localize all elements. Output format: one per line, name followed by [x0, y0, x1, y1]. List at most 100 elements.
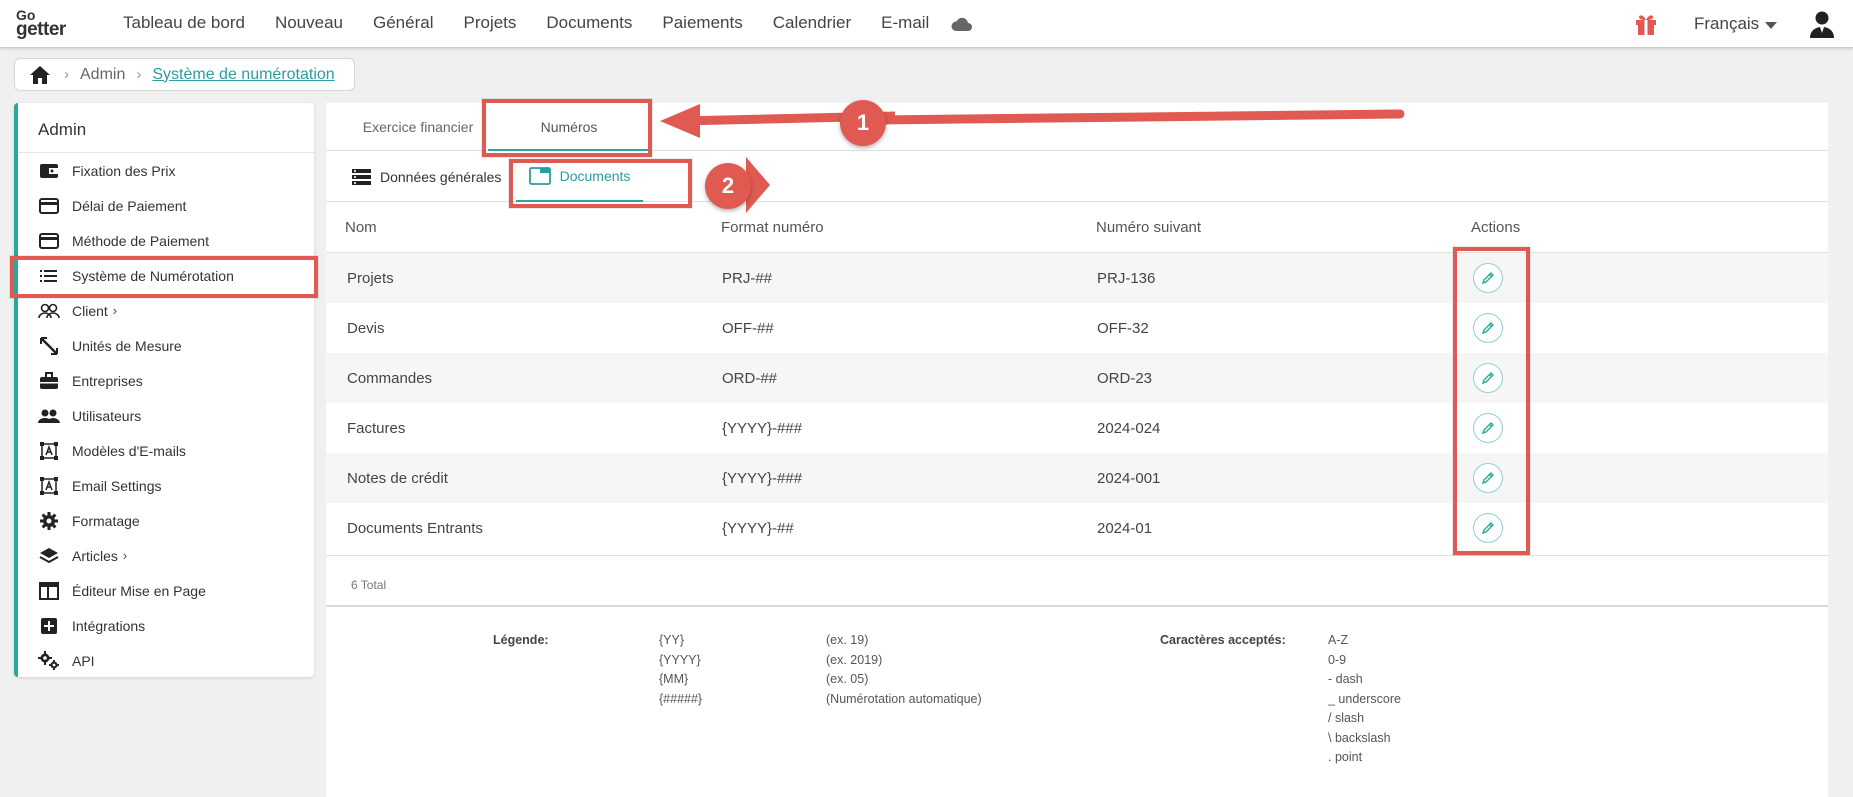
sidebar-item-label: Utilisateurs [72, 407, 142, 424]
cloud-icon[interactable] [944, 0, 980, 48]
tab-documents[interactable]: Documents [516, 152, 643, 202]
gogetter-logo[interactable]: Go getter [16, 7, 92, 40]
sidebar-item-formatting[interactable]: Formatage [18, 503, 314, 538]
nav-new[interactable]: Nouveau [260, 0, 358, 48]
server-icon [352, 168, 371, 186]
sidebar-title: Admin [18, 103, 314, 153]
pencil-icon [1481, 422, 1494, 435]
sidebar-item-label: Articles [72, 547, 118, 564]
cell-next-number: ORD-23 [1097, 370, 1153, 387]
breadcrumb-admin[interactable]: Admin [80, 66, 125, 84]
accepted-char: / slash [1328, 711, 1365, 725]
tab-general-data[interactable]: Données générales [352, 152, 501, 202]
legend-example: (ex. 05) [826, 672, 869, 686]
sidebar-item-label: Email Settings [72, 477, 162, 494]
cell-format: {YYYY}-### [722, 420, 803, 437]
home-icon[interactable] [29, 64, 53, 86]
admin-sidebar: Admin Fixation des Prix Délai de Paiemen… [14, 103, 314, 677]
sidebar-item-payment-term[interactable]: Délai de Paiement [18, 188, 314, 223]
sidebar-item-users[interactable]: Utilisateurs [18, 398, 314, 433]
table-row: Projets PRJ-## PRJ-136 [326, 253, 1828, 303]
accepted-chars-label: Caractères acceptés: [1160, 633, 1286, 647]
cell-format: {YYYY}-## [722, 520, 794, 537]
list-icon [36, 265, 62, 287]
ruler-icon [36, 335, 62, 357]
credit-card-icon [36, 230, 62, 252]
language-selector[interactable]: Français [1694, 0, 1778, 48]
sidebar-item-units[interactable]: Unités de Mesure [18, 328, 314, 363]
breadcrumb: › Admin › Système de numérotation [14, 58, 355, 91]
column-header-next-number[interactable]: Numéro suivant [1096, 202, 1201, 254]
nav-dashboard[interactable]: Tableau de bord [108, 0, 260, 48]
sidebar-item-payment-method[interactable]: Méthode de Paiement [18, 223, 314, 258]
column-header-actions: Actions [1471, 219, 1521, 236]
users-icon [36, 405, 62, 427]
nav-payments[interactable]: Paiements [647, 0, 757, 48]
main-panel: Exercice financier Numéros Données génér… [326, 103, 1828, 797]
sidebar-item-api[interactable]: API [18, 643, 314, 678]
breadcrumb-numbering-system[interactable]: Système de numérotation [152, 66, 334, 84]
chevron-right-icon: › [112, 303, 118, 318]
sidebar-item-articles[interactable]: Articles › [18, 538, 314, 573]
gift-icon[interactable] [1632, 10, 1660, 38]
caret-down-icon [1765, 21, 1778, 29]
legend-codes: {YY} {YYYY} {MM} {#####} [659, 631, 702, 709]
accepted-char: \ backslash [1328, 730, 1391, 745]
sidebar-item-layout-editor[interactable]: Éditeur Mise en Page [18, 573, 314, 608]
sidebar-item-pricing[interactable]: Fixation des Prix [18, 153, 314, 188]
plus-box-icon [36, 615, 62, 637]
gear-icon [36, 510, 62, 532]
window-icon [528, 167, 551, 185]
table-footer: 6 Total [326, 555, 1828, 607]
legend-code: {YY} [659, 633, 685, 647]
tab-general-data-label: Données générales [380, 169, 502, 185]
pencil-icon [1481, 272, 1494, 285]
edit-button[interactable] [1473, 263, 1503, 293]
chevron-right-icon: › [122, 548, 128, 563]
sidebar-item-client[interactable]: Client › [18, 293, 314, 328]
cell-name: Projets [347, 270, 394, 287]
nav-calendar[interactable]: Calendrier [758, 0, 866, 48]
sidebar-item-numbering-system[interactable]: Système de Numérotation [18, 258, 314, 293]
text-frame-icon [36, 475, 62, 497]
user-avatar-icon[interactable] [1808, 9, 1836, 39]
pencil-icon [1481, 372, 1494, 385]
tab-fiscal-year[interactable]: Exercice financier [348, 103, 488, 151]
cell-name: Documents Entrants [347, 520, 483, 537]
sidebar-item-label: Formatage [72, 512, 140, 529]
sidebar-item-email-templates[interactable]: Modèles d'E-mails [18, 433, 314, 468]
sidebar-item-label: Éditeur Mise en Page [72, 582, 206, 599]
cell-next-number: 2024-001 [1097, 470, 1161, 487]
edit-button[interactable] [1473, 363, 1503, 393]
sidebar-item-label: Méthode de Paiement [72, 232, 209, 249]
nav-email[interactable]: E-mail [866, 0, 944, 48]
cell-name: Factures [347, 420, 406, 437]
accepted-char: . point [1328, 750, 1363, 764]
sidebar-item-companies[interactable]: Entreprises [18, 363, 314, 398]
logo-bottom-text: getter [16, 19, 66, 40]
nav-general[interactable]: Général [358, 0, 448, 48]
top-nav-bar: Go getter Tableau de bord Nouveau Généra… [0, 0, 1853, 48]
column-header-format[interactable]: Format numéro [721, 202, 824, 254]
credit-card-icon [36, 195, 62, 217]
edit-button[interactable] [1473, 513, 1503, 543]
edit-button[interactable] [1473, 313, 1503, 343]
edit-button[interactable] [1473, 413, 1503, 443]
sidebar-item-integrations[interactable]: Intégrations [18, 608, 314, 643]
main-nav: Tableau de bord Nouveau Général Projets … [108, 0, 980, 48]
nav-projects[interactable]: Projets [448, 0, 531, 48]
sidebar-item-email-settings[interactable]: Email Settings [18, 468, 314, 503]
layers-icon [36, 545, 62, 567]
tab-numbers[interactable]: Numéros [488, 103, 650, 151]
cell-next-number: OFF-32 [1097, 320, 1149, 337]
cell-format: PRJ-## [722, 270, 773, 287]
nav-documents[interactable]: Documents [531, 0, 647, 48]
column-header-name[interactable]: Nom [345, 202, 377, 254]
sidebar-list: Fixation des Prix Délai de Paiement Méth… [18, 153, 314, 678]
cell-next-number: 2024-01 [1097, 520, 1153, 537]
table-row: Notes de crédit {YYYY}-### 2024-001 [326, 453, 1828, 503]
edit-button[interactable] [1473, 463, 1503, 493]
cell-format: {YYYY}-### [722, 470, 803, 487]
cell-name: Devis [347, 320, 385, 337]
cell-name: Commandes [347, 370, 433, 387]
